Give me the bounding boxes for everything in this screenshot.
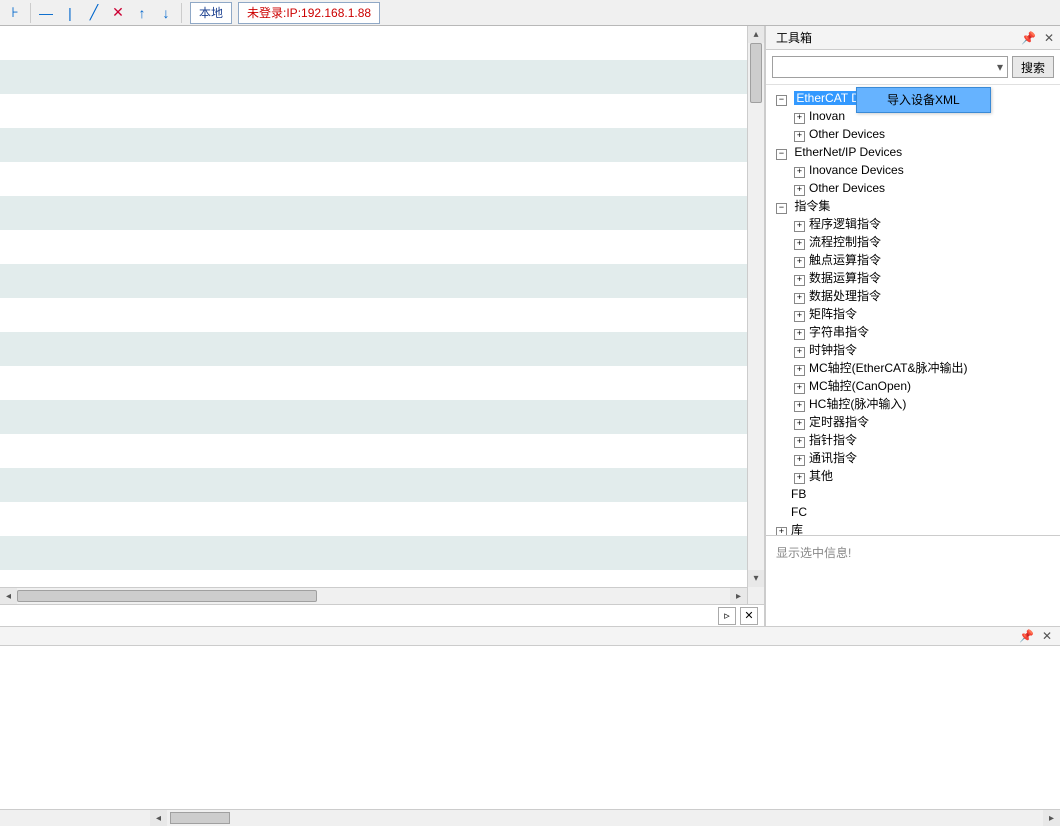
- scroll-left-icon[interactable]: ◂: [0, 588, 17, 604]
- ladder-editor-canvas[interactable]: [0, 26, 764, 604]
- toolbox-header: 工具箱 📌 ✕: [766, 26, 1060, 50]
- editor-vscrollbar[interactable]: ▴ ▾: [747, 26, 764, 604]
- tree-node-instruction-set[interactable]: 指令集: [794, 199, 830, 213]
- branch-icon[interactable]: ⊦: [4, 2, 26, 24]
- login-status-button[interactable]: 未登录:IP:192.168.1.88: [238, 2, 380, 24]
- hscroll-thumb[interactable]: [17, 590, 317, 602]
- scroll-left-icon[interactable]: ◂: [150, 810, 167, 826]
- expand-toggle-icon[interactable]: +: [794, 239, 805, 250]
- tree-node-other-devices[interactable]: Other Devices: [809, 127, 885, 141]
- context-menu-import-xml[interactable]: 导入设备XML: [856, 87, 991, 113]
- bottom-panel-body: ◂ ▸: [0, 646, 1060, 826]
- tab-next-button[interactable]: ▹: [718, 607, 736, 625]
- expand-toggle-icon[interactable]: +: [794, 329, 805, 340]
- expand-toggle-icon[interactable]: +: [794, 473, 805, 484]
- scroll-right-icon[interactable]: ▸: [1043, 810, 1060, 826]
- tree-node-other-devices[interactable]: Other Devices: [809, 181, 885, 195]
- vscroll-thumb[interactable]: [750, 43, 762, 103]
- tree-node-pointer-instr[interactable]: 指针指令: [809, 433, 857, 447]
- bottom-panel-header: 📌 ✕: [0, 626, 1060, 646]
- bottom-hscroll-thumb[interactable]: [170, 812, 230, 824]
- slash-icon[interactable]: ╱: [83, 2, 105, 24]
- expand-toggle-icon[interactable]: +: [794, 275, 805, 286]
- top-toolbar: ⊦ — | ╱ ✕ ↑ ↓ 本地 未登录:IP:192.168.1.88: [0, 0, 1060, 26]
- toolbox-panel: 工具箱 📌 ✕ ▾ 搜索 − EtherCAT D 导入设备XML + Inova…: [765, 26, 1060, 626]
- tree-node-mc-ethercat-instr[interactable]: MC轴控(EtherCAT&脉冲输出): [809, 361, 967, 375]
- editor-tab-controls: ▹ ✕: [0, 604, 764, 626]
- hline-icon[interactable]: —: [35, 2, 57, 24]
- tree-node-timer-instr[interactable]: 定时器指令: [809, 415, 869, 429]
- close-icon[interactable]: ✕: [1042, 629, 1052, 643]
- pin-icon[interactable]: 📌: [1019, 629, 1034, 643]
- expand-toggle-icon[interactable]: +: [794, 257, 805, 268]
- expand-toggle-icon[interactable]: +: [794, 383, 805, 394]
- expand-toggle-icon[interactable]: +: [794, 131, 805, 142]
- tree-node-mc-canopen-instr[interactable]: MC轴控(CanOpen): [809, 379, 911, 393]
- bottom-hscrollbar[interactable]: ◂ ▸: [0, 809, 1060, 826]
- expand-toggle-icon[interactable]: +: [794, 437, 805, 448]
- toolbox-title: 工具箱: [776, 29, 812, 46]
- tree-node-fb[interactable]: FB: [791, 487, 806, 501]
- cross-icon[interactable]: ✕: [107, 2, 129, 24]
- tree-node-dataop-instr[interactable]: 数据运算指令: [809, 271, 881, 285]
- tab-close-button[interactable]: ✕: [740, 607, 758, 625]
- toolbox-tree[interactable]: − EtherCAT D 导入设备XML + Inovan + Other Devi…: [766, 85, 1060, 535]
- close-icon[interactable]: ✕: [1044, 31, 1054, 45]
- toolbox-search-button[interactable]: 搜索: [1012, 56, 1054, 78]
- tree-node-ethercat-devices[interactable]: EtherCAT D: [794, 91, 862, 105]
- editor-pane: ▴ ▾ ◂ ▸ ▹ ✕: [0, 26, 765, 626]
- arrow-down-icon[interactable]: ↓: [155, 2, 177, 24]
- tree-node-inovance-devices[interactable]: Inovance Devices: [809, 163, 904, 177]
- expand-toggle-icon[interactable]: +: [794, 311, 805, 322]
- editor-hscrollbar[interactable]: ◂ ▸: [0, 587, 747, 604]
- expand-toggle-icon[interactable]: +: [794, 221, 805, 232]
- tree-node-fc[interactable]: FC: [791, 505, 807, 519]
- scroll-up-icon[interactable]: ▴: [748, 26, 764, 43]
- tree-node-inovance[interactable]: Inovan: [809, 109, 845, 123]
- expand-toggle-icon[interactable]: −: [776, 203, 787, 214]
- arrow-up-icon[interactable]: ↑: [131, 2, 153, 24]
- expand-toggle-icon[interactable]: +: [794, 293, 805, 304]
- expand-toggle-icon[interactable]: −: [776, 149, 787, 160]
- tree-node-hc-instr[interactable]: HC轴控(脉冲输入): [809, 397, 906, 411]
- toolbox-search-combo[interactable]: ▾: [772, 56, 1008, 78]
- local-button[interactable]: 本地: [190, 2, 232, 24]
- expand-toggle-icon[interactable]: +: [794, 113, 805, 124]
- tree-node-flow-instr[interactable]: 流程控制指令: [809, 235, 881, 249]
- expand-toggle-icon[interactable]: +: [794, 419, 805, 430]
- tree-node-matrix-instr[interactable]: 矩阵指令: [809, 307, 857, 321]
- expand-toggle-icon[interactable]: +: [794, 347, 805, 358]
- expand-toggle-icon[interactable]: +: [794, 167, 805, 178]
- tree-node-logic-instr[interactable]: 程序逻辑指令: [809, 217, 881, 231]
- vline-icon[interactable]: |: [59, 2, 81, 24]
- expand-toggle-icon[interactable]: −: [776, 95, 787, 106]
- toolbox-info-box: 显示选中信息!: [766, 535, 1060, 626]
- expand-toggle-icon[interactable]: +: [794, 185, 805, 196]
- tree-node-string-instr[interactable]: 字符串指令: [809, 325, 869, 339]
- tree-node-other-instr[interactable]: 其他: [809, 469, 833, 483]
- tree-node-dataproc-instr[interactable]: 数据处理指令: [809, 289, 881, 303]
- tree-node-contact-instr[interactable]: 触点运算指令: [809, 253, 881, 267]
- tree-node-comm-instr[interactable]: 通讯指令: [809, 451, 857, 465]
- tree-node-ethernetip-devices[interactable]: EtherNet/IP Devices: [794, 145, 902, 159]
- expand-toggle-icon[interactable]: +: [794, 455, 805, 466]
- expand-toggle-icon[interactable]: +: [794, 401, 805, 412]
- expand-toggle-icon[interactable]: +: [794, 365, 805, 376]
- expand-toggle-icon[interactable]: +: [776, 527, 787, 535]
- tree-node-library[interactable]: 库: [791, 523, 803, 535]
- scroll-right-icon[interactable]: ▸: [730, 588, 747, 604]
- tree-node-clock-instr[interactable]: 时钟指令: [809, 343, 857, 357]
- pin-icon[interactable]: 📌: [1021, 31, 1036, 45]
- scroll-down-icon[interactable]: ▾: [748, 570, 764, 587]
